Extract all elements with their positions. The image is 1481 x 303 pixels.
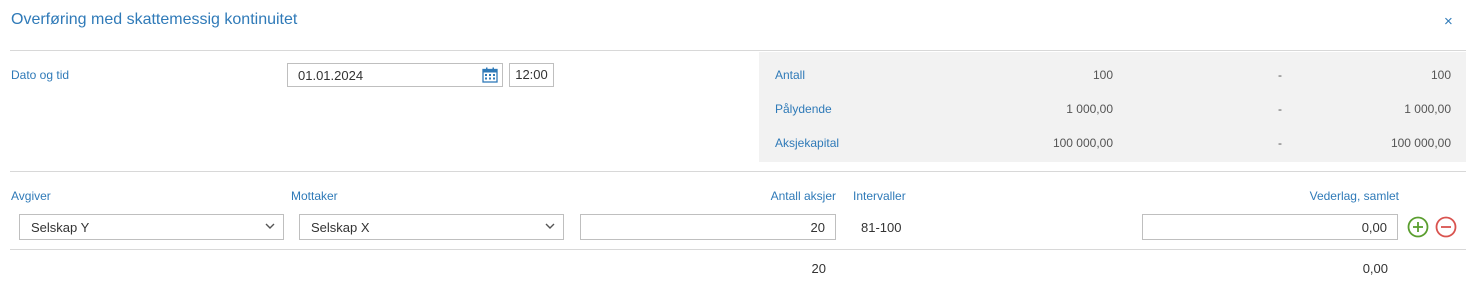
receiver-value: Selskap X (311, 220, 370, 235)
summary-before: 100 000,00 (1052, 136, 1113, 150)
header-giver: Avgiver (11, 189, 51, 203)
header-shares: Antall aksjer (770, 189, 836, 203)
chevron-down-icon (265, 223, 275, 229)
summary-after: 1 000,00 (1404, 102, 1451, 116)
giver-value: Selskap Y (31, 220, 90, 235)
summary-row-antall: Antall 100 - 100 (759, 68, 1466, 88)
shares-input[interactable]: 20 (580, 214, 836, 240)
summary-label: Pålydende (775, 102, 832, 116)
summary-separator: - (1278, 68, 1282, 82)
summary-after: 100 (1430, 68, 1451, 82)
consideration-value: 0,00 (1361, 220, 1387, 235)
summary-before: 1 000,00 (1066, 102, 1113, 116)
summary-row-aksjekapital: Aksjekapital 100 000,00 - 100 000,00 (759, 136, 1466, 156)
summary-label: Aksjekapital (775, 136, 840, 150)
chevron-down-icon (545, 223, 555, 229)
date-input[interactable]: 01.01.2024 (287, 63, 503, 87)
add-row-icon[interactable] (1407, 216, 1429, 238)
summary-panel: Antall 100 - 100 Pålydende 1 000,00 - 1 … (759, 52, 1466, 162)
header-receiver: Mottaker (291, 189, 338, 203)
consideration-input[interactable]: 0,00 (1142, 214, 1398, 240)
summary-after: 100 000,00 (1390, 136, 1451, 150)
shares-value: 20 (810, 220, 825, 235)
dialog-title: Overføring med skattemessig kontinuitet (11, 11, 298, 28)
totals-divider (10, 249, 1466, 250)
intervals-value: 81-100 (861, 220, 902, 235)
date-time-label: Dato og tid (11, 68, 70, 82)
date-value: 01.01.2024 (298, 68, 364, 83)
section-divider (10, 171, 1466, 172)
total-consideration: 0,00 (1362, 261, 1388, 276)
calendar-icon[interactable] (482, 67, 498, 83)
summary-separator: - (1278, 102, 1282, 116)
header-consideration: Vederlag, samlet (1309, 189, 1399, 203)
giver-select[interactable]: Selskap Y (19, 214, 284, 240)
summary-row-palydende: Pålydende 1 000,00 - 1 000,00 (759, 102, 1466, 122)
header-divider (10, 50, 1466, 51)
summary-label: Antall (775, 68, 806, 82)
close-icon[interactable]: × (1444, 13, 1453, 30)
summary-before: 100 (1092, 68, 1113, 82)
remove-row-icon[interactable] (1435, 216, 1457, 238)
summary-separator: - (1278, 136, 1282, 150)
header-intervals: Intervaller (853, 189, 906, 203)
receiver-select[interactable]: Selskap X (299, 214, 564, 240)
total-shares: 20 (811, 261, 826, 276)
time-input[interactable]: 12:00 (509, 63, 554, 87)
